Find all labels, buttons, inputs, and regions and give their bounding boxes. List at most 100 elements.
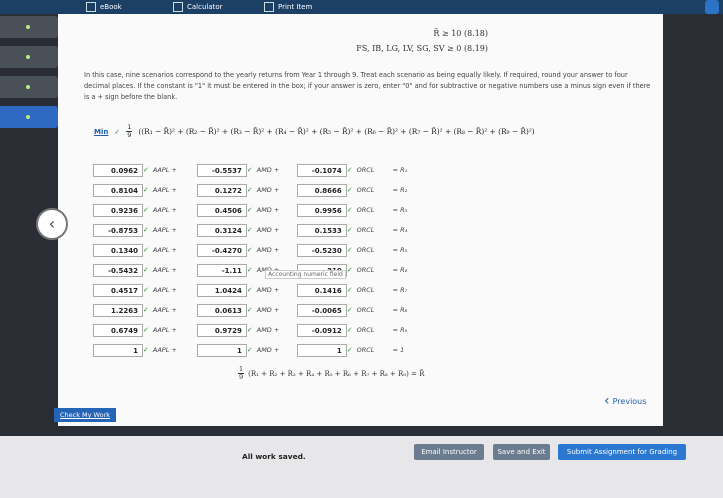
constraint-row: 0.8104 ✓ AAPL + 0.1272 ✓ AMD + 0.8666 ✓ … xyxy=(93,180,413,200)
orcl-input[interactable]: -0.0912 xyxy=(296,323,347,337)
previous-button[interactable]: ‹ Previous xyxy=(604,394,647,408)
orcl-label: ORCL xyxy=(356,306,375,314)
r-label: = R₂ xyxy=(392,186,408,194)
orcl-input[interactable]: 0.1533 xyxy=(296,223,347,237)
email-instructor-button[interactable]: Email Instructor xyxy=(414,444,484,460)
orcl-label: ORCL xyxy=(356,346,375,354)
orcl-label: ORCL xyxy=(356,266,375,274)
fraction: 19 xyxy=(238,366,245,381)
amd-input[interactable]: 0.4506 xyxy=(196,203,247,217)
orcl-label: ORCL xyxy=(356,286,375,294)
r-label: = R₇ xyxy=(392,286,408,294)
orcl-label: ORCL xyxy=(356,186,375,194)
amd-input[interactable]: 1.0424 xyxy=(196,283,247,297)
constraint-row: -0.8753 ✓ AAPL + 0.3124 ✓ AMD + 0.1533 ✓… xyxy=(93,220,413,240)
amd-label: AMD + xyxy=(256,166,280,174)
previous-label: Previous xyxy=(612,396,647,406)
fraction-denominator: 9 xyxy=(239,373,244,381)
constraint-row: -0.5432 ✓ AAPL + -1.11 ✓ AMD + 310 ✓ ORC… xyxy=(93,260,413,280)
status-dot-icon xyxy=(26,85,30,89)
aapl-input[interactable]: -0.8753 xyxy=(93,223,143,237)
objective-formula: ((R₁ − R̄)² + (R₂ − R̄)² + (R₃ − R̄)² + … xyxy=(138,127,535,136)
amd-input[interactable]: -0.4270 xyxy=(196,243,247,257)
r-label: = R₄ xyxy=(392,226,408,234)
amd-input[interactable]: -0.5537 xyxy=(196,163,247,177)
r-label: = R₈ xyxy=(392,306,408,314)
question-tab-4[interactable] xyxy=(0,106,58,128)
aapl-input[interactable]: 0.4517 xyxy=(93,283,143,297)
equation-line-2: FS, IB, LG, LV, SG, SV ≥ 0 (8.19) xyxy=(356,44,488,53)
status-dot-icon xyxy=(26,55,30,59)
aapl-input[interactable]: 0.8104 xyxy=(93,183,143,197)
amd-input[interactable]: 1 xyxy=(196,343,247,357)
amd-input[interactable]: 0.0613 xyxy=(196,303,247,317)
calculator-icon xyxy=(173,2,183,12)
constraint-row: 0.9236 ✓ AAPL + 0.4506 ✓ AMD + 0.9956 ✓ … xyxy=(93,200,413,220)
equation-line-1: R̄ ≥ 10 (8.18) xyxy=(433,29,488,38)
corner-button[interactable] xyxy=(705,0,719,14)
amd-input[interactable]: 0.9729 xyxy=(196,323,247,337)
tab-calculator[interactable]: Calculator xyxy=(173,2,223,12)
question-content: R̄ ≥ 10 (8.18) FS, IB, LG, LV, SG, SV ≥ … xyxy=(58,14,663,426)
constraint-equations: R̄ ≥ 10 (8.18) FS, IB, LG, LV, SG, SV ≥ … xyxy=(258,26,488,56)
aapl-label: AAPL + xyxy=(152,206,177,214)
orcl-input[interactable]: 0.1416 xyxy=(296,283,347,297)
check-my-work-button[interactable]: Check My Work xyxy=(54,408,116,422)
amd-input[interactable]: -1.11 xyxy=(196,263,247,277)
orcl-input[interactable]: -0.0065 xyxy=(296,303,347,317)
orcl-input[interactable]: 0.9956 xyxy=(296,203,347,217)
top-bar: eBook Calculator Print Item xyxy=(0,0,723,14)
amd-label: AMD + xyxy=(256,226,280,234)
submit-assignment-button[interactable]: Submit Assignment for Grading xyxy=(558,444,686,460)
orcl-label: ORCL xyxy=(356,226,375,234)
constraint-row: 0.6749 ✓ AAPL + 0.9729 ✓ AMD + -0.0912 ✓… xyxy=(93,320,413,340)
tab-print-item[interactable]: Print Item xyxy=(264,2,312,12)
average-expression: (R₁ + R₂ + R₃ + R₄ + R₅ + R₆ + R₇ + R₈ +… xyxy=(248,369,425,378)
orcl-input[interactable]: -0.1074 xyxy=(296,163,347,177)
fraction-denominator: 9 xyxy=(127,131,132,139)
aapl-input[interactable]: 0.1340 xyxy=(93,243,143,257)
aapl-input[interactable]: 0.6749 xyxy=(93,323,143,337)
orcl-label: ORCL xyxy=(356,166,375,174)
print-icon xyxy=(264,2,274,12)
aapl-label: AAPL + xyxy=(152,186,177,194)
amd-label: AMD + xyxy=(256,206,280,214)
save-and-exit-button[interactable]: Save and Exit xyxy=(493,444,550,460)
fraction: 19 xyxy=(126,124,133,139)
aapl-input[interactable]: 0.0962 xyxy=(93,163,143,177)
r-label: = R₆ xyxy=(392,266,408,274)
question-tab-2[interactable] xyxy=(0,46,58,68)
aapl-label: AAPL + xyxy=(152,286,177,294)
aapl-label: AAPL + xyxy=(152,266,177,274)
aapl-input[interactable]: 0.9236 xyxy=(93,203,143,217)
orcl-input[interactable]: -0.5230 xyxy=(296,243,347,257)
r-label: = R₉ xyxy=(392,326,408,334)
tab-print-label: Print Item xyxy=(278,3,313,11)
tab-calculator-label: Calculator xyxy=(187,3,223,11)
amd-label: AMD + xyxy=(256,306,280,314)
tab-ebook[interactable]: eBook xyxy=(86,2,122,12)
aapl-label: AAPL + xyxy=(152,346,177,354)
constraint-row: 0.1340 ✓ AAPL + -0.4270 ✓ AMD + -0.5230 … xyxy=(93,240,413,260)
amd-input[interactable]: 0.3124 xyxy=(196,223,247,237)
objective-row: Min ✓ 19 ((R₁ − R̄)² + (R₂ − R̄)² + (R₃ … xyxy=(94,124,535,139)
aapl-input[interactable]: 1 xyxy=(93,343,143,357)
status-dot-icon xyxy=(26,115,30,119)
check-icon: ✓ xyxy=(114,127,121,136)
aapl-input[interactable]: -0.5432 xyxy=(93,263,143,277)
previous-question-icon[interactable]: ‹ xyxy=(36,208,68,240)
constraint-row: 0.0962 ✓ AAPL + -0.5537 ✓ AMD + -0.1074 … xyxy=(93,160,413,180)
question-sidebar xyxy=(0,16,58,136)
aapl-input[interactable]: 1.2263 xyxy=(93,303,143,317)
question-tab-3[interactable] xyxy=(0,76,58,98)
constraint-row: 1 ✓ AAPL + 1 ✓ AMD + 1 ✓ ORCL = 1 xyxy=(93,340,413,360)
question-tab-1[interactable] xyxy=(0,16,58,38)
constraint-rows: 0.0962 ✓ AAPL + -0.5537 ✓ AMD + -0.1074 … xyxy=(93,160,413,360)
orcl-input[interactable]: 1 xyxy=(296,343,347,357)
amd-label: AMD + xyxy=(256,326,280,334)
orcl-label: ORCL xyxy=(356,326,375,334)
book-icon xyxy=(86,2,96,12)
orcl-label: ORCL xyxy=(356,206,375,214)
amd-input[interactable]: 0.1272 xyxy=(196,183,247,197)
orcl-input[interactable]: 0.8666 xyxy=(296,183,347,197)
